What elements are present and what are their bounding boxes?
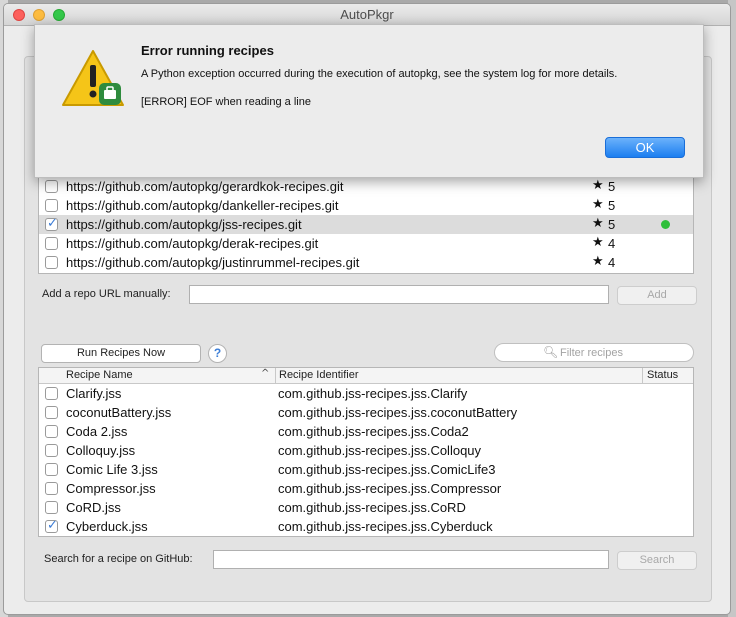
recipe-identifier: com.github.jss-recipes.jss.Cyberduck — [278, 519, 493, 534]
recipe-identifier: com.github.jss-recipes.jss.Compressor — [278, 481, 502, 496]
column-header-recipe-name[interactable]: Recipe Name — [66, 369, 133, 381]
column-header-status[interactable]: Status — [647, 369, 678, 381]
repo-checkbox[interactable] — [45, 237, 58, 250]
github-search-button[interactable]: Search — [617, 551, 697, 570]
recipe-name: coconutBattery.jss — [66, 405, 172, 420]
star-icon: ★ — [592, 197, 604, 212]
recipe-row[interactable]: Compressor.jss com.github.jss-recipes.jss… — [39, 479, 693, 498]
github-search-label: Search for a recipe on GitHub: — [44, 553, 193, 565]
repo-stars: 4 — [608, 255, 616, 270]
recipe-checkbox[interactable] — [45, 425, 58, 438]
recipe-table[interactable]: Recipe Name ^ Recipe Identifier Status C… — [38, 367, 694, 537]
recipe-identifier: com.github.jss-recipes.jss.Clarify — [278, 386, 468, 401]
column-header-recipe-identifier[interactable]: Recipe Identifier — [279, 369, 359, 381]
repo-checkbox[interactable] — [45, 216, 58, 231]
column-divider[interactable] — [642, 368, 643, 384]
repo-url: https://github.com/autopkg/justinrummel-… — [66, 255, 360, 270]
recipe-checkbox[interactable] — [45, 387, 58, 400]
repo-stars: 5 — [608, 198, 616, 213]
title-bar[interactable]: AutoPkgr — [4, 4, 730, 26]
recipe-checkbox[interactable] — [45, 482, 58, 495]
recipe-identifier: com.github.jss-recipes.jss.coconutBatter… — [278, 405, 518, 420]
recipe-row[interactable]: Colloquy.jss com.github.jss-recipes.jss.C… — [39, 441, 693, 460]
repo-stars: 4 — [608, 236, 616, 251]
search-icon: 🔍︎ — [543, 345, 559, 359]
filter-recipes-field[interactable]: 🔍︎ Filter recipes — [494, 343, 694, 362]
recipe-name: Coda 2.jss — [66, 424, 128, 439]
star-icon: ★ — [592, 254, 604, 269]
zoom-button[interactable] — [53, 9, 65, 21]
repo-row[interactable]: https://github.com/autopkg/derak-recipes… — [39, 234, 693, 253]
repo-checkbox[interactable] — [45, 180, 58, 193]
window-title: AutoPkgr — [340, 7, 394, 22]
repo-row[interactable]: https://github.com/autopkg/dankeller-rec… — [39, 196, 693, 215]
sort-ascending-icon: ^ — [261, 368, 270, 379]
recipe-row[interactable]: Cyberduck.jss com.github.jss-recipes.jss.… — [39, 517, 693, 536]
recipe-row[interactable]: CoRD.jss com.github.jss-recipes.jss.CoRD — [39, 498, 693, 517]
repo-row[interactable]: https://github.com/autopkg/justinrummel-… — [39, 253, 693, 272]
repo-checkbox[interactable] — [45, 256, 58, 269]
repo-url: https://github.com/autopkg/jss-recipes.g… — [66, 217, 302, 232]
recipe-row[interactable]: coconutBattery.jss com.github.jss-recipes… — [39, 403, 693, 422]
repo-stars: 5 — [608, 217, 616, 232]
recipe-table-header: Recipe Name ^ Recipe Identifier Status — [39, 368, 693, 384]
run-recipes-now-button[interactable]: Run Recipes Now — [41, 344, 201, 363]
recipe-name: Comic Life 3.jss — [66, 462, 158, 477]
repo-checkbox[interactable] — [45, 199, 58, 212]
recipe-row[interactable]: Clarify.jss com.github.jss-recipes.jss.Cl… — [39, 384, 693, 403]
repo-row[interactable]: https://github.com/autopkg/jss-recipes.g… — [39, 215, 693, 234]
recipe-row[interactable]: Coda 2.jss com.github.jss-recipes.jss.Cod… — [39, 422, 693, 441]
star-icon: ★ — [592, 235, 604, 250]
recipe-name: Clarify.jss — [66, 386, 122, 401]
alert-title: Error running recipes — [141, 43, 274, 58]
repo-url: https://github.com/autopkg/dankeller-rec… — [66, 198, 339, 213]
warning-icon — [62, 50, 124, 106]
recipe-identifier: com.github.jss-recipes.jss.CoRD — [278, 500, 466, 515]
github-search-input[interactable] — [213, 550, 609, 569]
recipe-checkbox[interactable] — [45, 501, 58, 514]
star-icon: ★ — [592, 216, 604, 231]
recipe-identifier: com.github.jss-recipes.jss.ComicLife3 — [278, 462, 496, 477]
repo-url: https://github.com/autopkg/derak-recipes… — [66, 236, 319, 251]
ok-button[interactable]: OK — [605, 137, 685, 158]
recipe-checkbox[interactable] — [45, 463, 58, 476]
repo-row[interactable]: https://github.com/autopkg/gerardkok-rec… — [39, 177, 693, 196]
repo-stars: 5 — [608, 179, 616, 194]
recipe-checkbox[interactable] — [45, 518, 58, 533]
filter-placeholder: Filter recipes — [560, 347, 623, 359]
recipe-row[interactable]: Comic Life 3.jss com.github.jss-recipes.j… — [39, 460, 693, 479]
recipe-name: Compressor.jss — [66, 481, 156, 496]
column-divider[interactable] — [275, 368, 276, 384]
add-repo-label: Add a repo URL manually: — [42, 288, 171, 300]
recipe-name: CoRD.jss — [66, 500, 121, 515]
recipe-name: Cyberduck.jss — [66, 519, 148, 534]
recipe-checkbox[interactable] — [45, 406, 58, 419]
repo-table[interactable]: https://github.com/autopkg/gerardkok-rec… — [38, 170, 694, 274]
help-button[interactable]: ? — [208, 344, 227, 363]
add-repo-button[interactable]: Add — [617, 286, 697, 305]
repo-url: https://github.com/autopkg/gerardkok-rec… — [66, 179, 344, 194]
recipe-checkbox[interactable] — [45, 444, 58, 457]
repo-url-input[interactable] — [189, 285, 609, 304]
star-icon: ★ — [592, 178, 604, 193]
alert-error-detail: [ERROR] EOF when reading a line — [141, 96, 311, 108]
installed-status-dot — [661, 220, 670, 229]
alert-message: A Python exception occurred during the e… — [141, 68, 618, 80]
recipe-identifier: com.github.jss-recipes.jss.Coda2 — [278, 424, 469, 439]
recipe-identifier: com.github.jss-recipes.jss.Colloquy — [278, 443, 482, 458]
minimize-button[interactable] — [33, 9, 45, 21]
error-alert-sheet: Error running recipes A Python exception… — [34, 24, 704, 178]
recipe-name: Colloquy.jss — [66, 443, 136, 458]
close-button[interactable] — [13, 9, 25, 21]
